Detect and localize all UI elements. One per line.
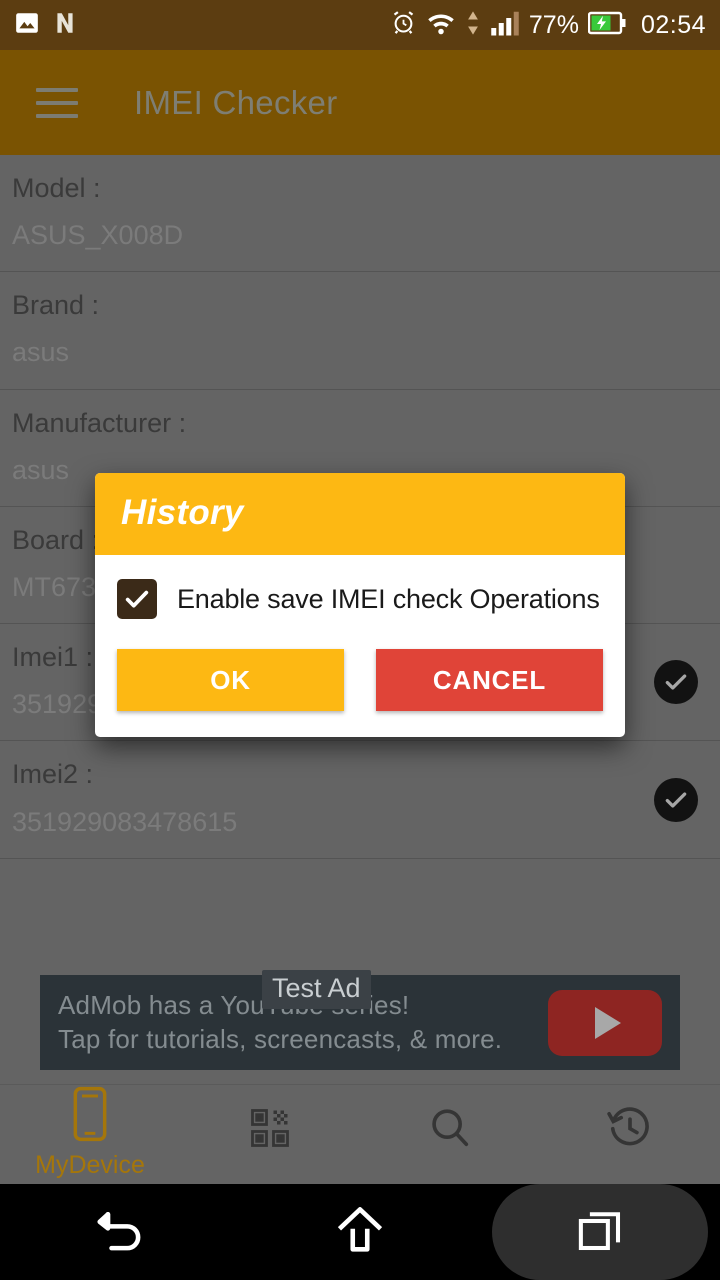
search-icon [427, 1105, 473, 1156]
checkbox-label: Enable save IMEI check Operations [177, 583, 600, 614]
phone-screen: 77% 02:54 IMEI Checker Model : ASUS_X008… [0, 0, 720, 1280]
tab-scan[interactable] [180, 1107, 360, 1158]
tab-label: MyDevice [35, 1150, 145, 1179]
android-navigation-bar [0, 1184, 720, 1280]
verified-check-icon[interactable] [654, 660, 698, 705]
data-transfer-icon [465, 9, 481, 42]
ad-line-2: Tap for tutorials, screencasts, & more. [58, 1023, 503, 1054]
info-value: ASUS_X008D [12, 220, 184, 251]
info-value: 351929083478615 [12, 806, 238, 837]
bottom-tab-bar: MyDevice [0, 1084, 720, 1180]
test-ad-badge: Test Ad [262, 970, 371, 1009]
info-value: asus [12, 337, 70, 368]
tab-mydevice[interactable]: MyDevice [0, 1086, 180, 1180]
dialog-body: Enable save IMEI check Operations [95, 555, 625, 629]
ok-button[interactable]: OK [117, 649, 344, 711]
list-item[interactable]: Imei2 : 351929083478615 [0, 741, 720, 859]
recents-button[interactable] [480, 1184, 720, 1280]
battery-charging-icon [587, 10, 628, 41]
status-bar: 77% 02:54 [0, 0, 720, 50]
clock-label: 02:54 [640, 10, 706, 39]
verified-check-icon[interactable] [654, 777, 698, 822]
tab-history[interactable] [540, 1105, 720, 1160]
tab-search[interactable] [360, 1105, 540, 1160]
info-key: Model : [12, 173, 101, 203]
list-item[interactable]: Model : ASUS_X008D [0, 155, 720, 273]
qrcode-icon [249, 1107, 291, 1154]
status-bar-notifications [14, 10, 78, 41]
back-button[interactable] [0, 1184, 240, 1280]
status-bar-system-icons: 77% 02:54 [390, 9, 706, 42]
app-bar: IMEI Checker [0, 50, 720, 155]
wifi-icon [426, 10, 456, 41]
hamburger-menu-icon[interactable] [36, 87, 78, 118]
enable-save-checkbox[interactable] [117, 579, 157, 619]
alarm-icon [390, 9, 417, 41]
info-key: Brand : [12, 290, 100, 321]
dialog-title: History [121, 493, 244, 532]
signal-icon [490, 10, 520, 41]
phone-icon [70, 1086, 110, 1147]
cancel-button[interactable]: CANCEL [376, 649, 603, 711]
dialog-header: History [95, 473, 625, 555]
dialog-actions: OK CANCEL [95, 629, 625, 737]
page-title: IMEI Checker [134, 83, 338, 121]
battery-percent-label: 77% [528, 10, 579, 39]
youtube-play-icon[interactable] [548, 989, 662, 1056]
list-item[interactable]: Brand : asus [0, 272, 720, 390]
photo-icon [14, 10, 40, 41]
history-icon [607, 1105, 653, 1156]
home-icon [331, 1201, 389, 1264]
back-icon [91, 1201, 149, 1264]
home-button[interactable] [240, 1184, 480, 1280]
info-key: Manufacturer : [12, 407, 187, 438]
history-dialog: History Enable save IMEI check Operation… [95, 473, 625, 737]
nougat-icon [52, 10, 78, 41]
info-key: Imei2 : [12, 759, 94, 790]
recents-icon [573, 1203, 627, 1262]
